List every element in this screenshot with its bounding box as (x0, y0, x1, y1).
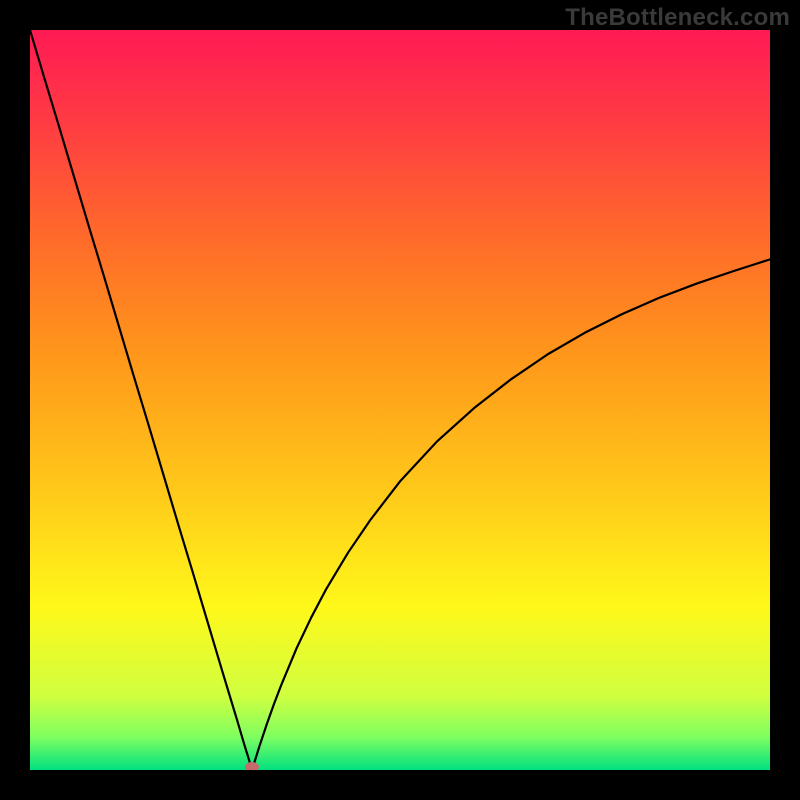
bottleneck-plot (30, 30, 770, 770)
watermark-text: TheBottleneck.com (565, 4, 790, 32)
chart-frame: TheBottleneck.com (0, 0, 800, 800)
